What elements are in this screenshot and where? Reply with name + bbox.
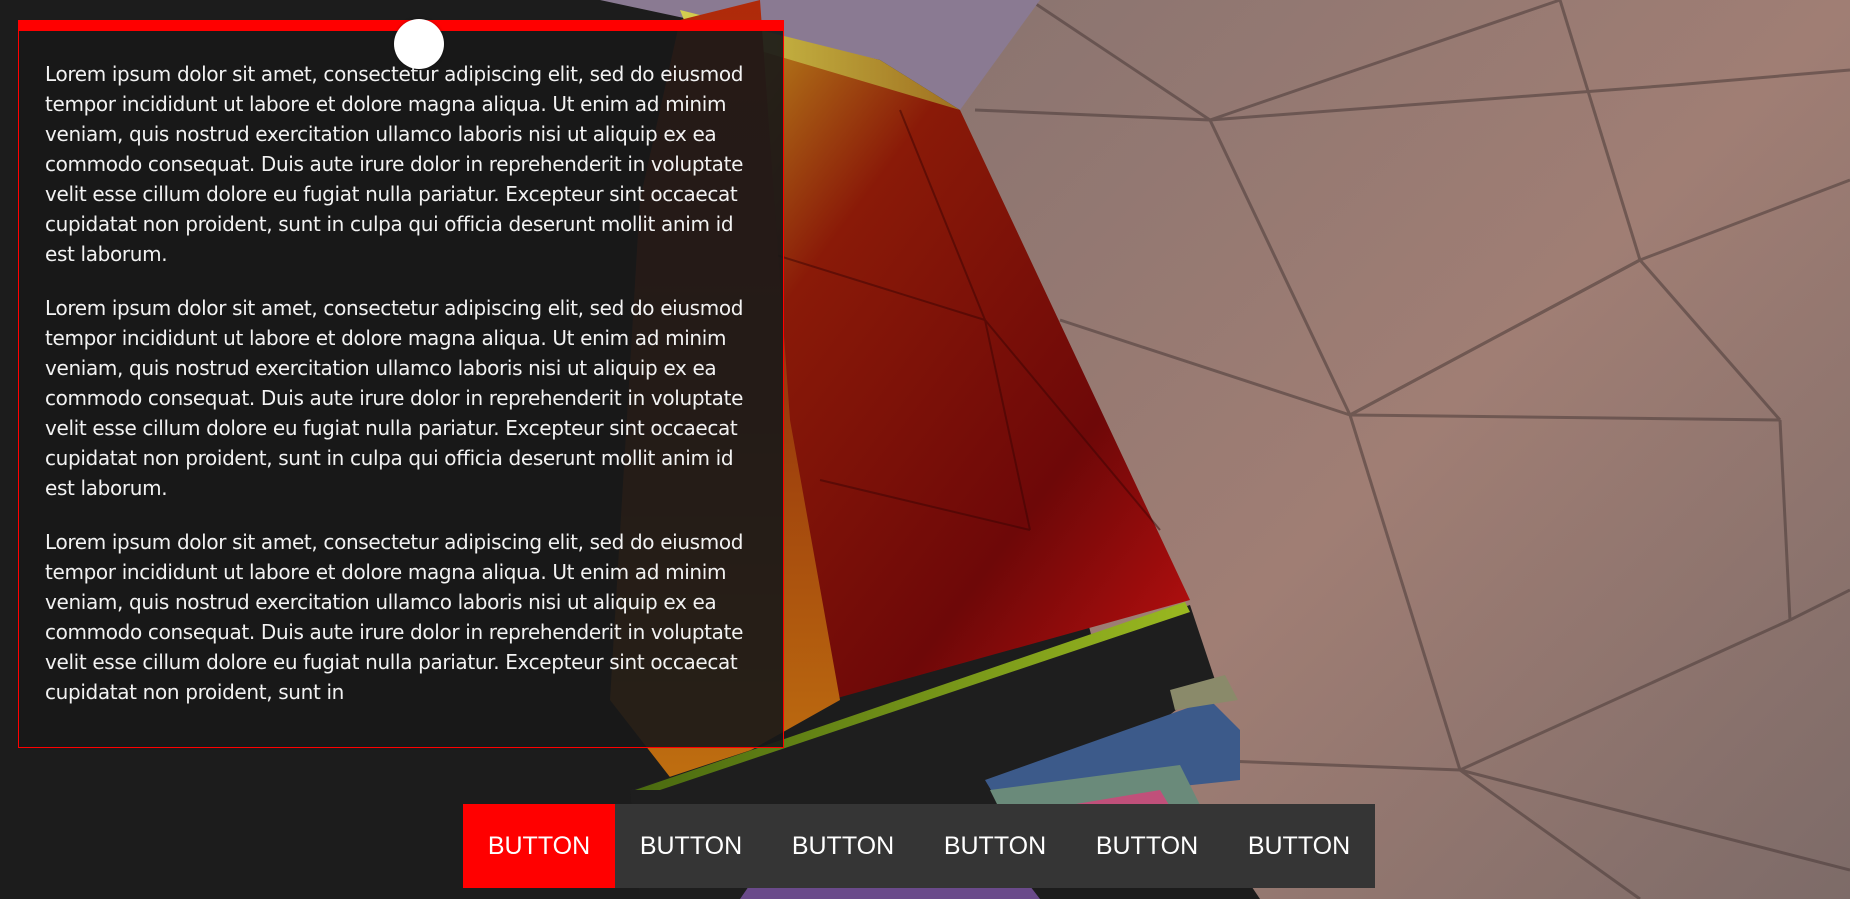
paragraph: Lorem ipsum dolor sit amet, consectetur … [45,296,744,500]
button-bar: BUTTON BUTTON BUTTON BUTTON BUTTON BUTTO… [463,804,1375,888]
slider-thumb[interactable] [394,19,444,69]
paragraph: Lorem ipsum dolor sit amet, consectetur … [45,62,744,266]
button-5[interactable]: BUTTON [1071,804,1223,888]
progress-slider[interactable] [18,19,784,69]
button-4[interactable]: BUTTON [919,804,1071,888]
button-6[interactable]: BUTTON [1223,804,1375,888]
button-3[interactable]: BUTTON [767,804,919,888]
text-panel: Lorem ipsum dolor sit amet, consectetur … [18,30,784,748]
button-1[interactable]: BUTTON [463,804,615,888]
paragraph: Lorem ipsum dolor sit amet, consectetur … [45,530,744,704]
button-2[interactable]: BUTTON [615,804,767,888]
